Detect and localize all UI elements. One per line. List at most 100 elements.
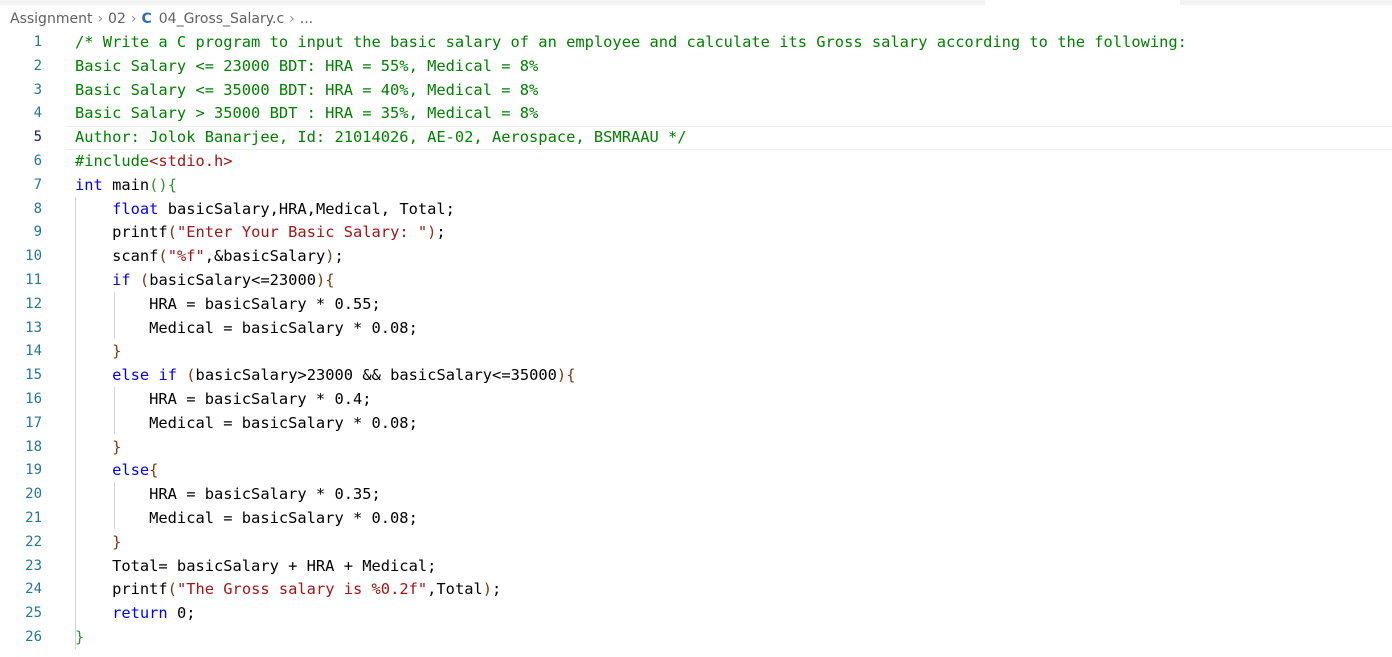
code-line[interactable]: 14 } bbox=[0, 340, 1392, 364]
code-text: } bbox=[75, 436, 121, 460]
code-text: Basic Salary <= 23000 BDT: HRA = 55%, Me… bbox=[75, 55, 538, 79]
line-number: 20 bbox=[25, 486, 42, 503]
code-line[interactable]: 7 int main(){ bbox=[0, 174, 1392, 198]
tab-strip bbox=[0, 0, 1392, 5]
breadcrumb-symbols[interactable]: ... bbox=[300, 11, 313, 27]
line-number: 21 bbox=[25, 510, 42, 526]
code-token: /* Write a C program to input the basic … bbox=[75, 33, 1187, 51]
line-number: 4 bbox=[33, 105, 42, 122]
line-number: 17 bbox=[25, 414, 42, 431]
code-line[interactable]: 2 Basic Salary <= 23000 BDT: HRA = 55%, M… bbox=[0, 55, 1392, 79]
code-editor[interactable]: 1 /* Write a C program to input the basic… bbox=[0, 31, 1392, 657]
code-token: HRA = basicSalary * 0.4; bbox=[75, 390, 372, 408]
code-line[interactable]: 26} bbox=[0, 626, 1392, 650]
code-text: HRA = basicSalary * 0.4; bbox=[75, 388, 372, 412]
code-line[interactable]: 5 Author: Jolok Banarjee, Id: 21014026, A… bbox=[0, 126, 1392, 150]
code-text: } bbox=[75, 340, 121, 364]
code-text: printf("Enter Your Basic Salary: "); bbox=[75, 221, 446, 245]
code-token: int bbox=[75, 175, 103, 194]
code-line[interactable]: 6 #include<stdio.h> bbox=[0, 150, 1392, 174]
code-token: if bbox=[158, 366, 177, 385]
c-file-icon: C bbox=[141, 11, 152, 27]
code-line[interactable]: 17 Medical = basicSalary * 0.08; bbox=[0, 412, 1392, 436]
code-token: Medical = basicSalary * 0.08; bbox=[75, 509, 418, 527]
code-line[interactable]: 15 else if (basicSalary>23000 && basicSa… bbox=[0, 364, 1392, 388]
code-line[interactable]: 24 printf("The Gross salary is %0.2f",To… bbox=[0, 578, 1392, 602]
line-number: 15 bbox=[25, 367, 42, 384]
line-number: 13 bbox=[25, 319, 42, 336]
code-line[interactable]: 10 scanf("%f",&basicSalary); bbox=[0, 245, 1392, 269]
code-token: float bbox=[112, 199, 159, 218]
code-text: float basicSalary,HRA,Medical, Total; bbox=[75, 198, 455, 222]
code-token: #include bbox=[75, 152, 150, 170]
chevron-right-icon: › bbox=[130, 11, 137, 27]
code-line[interactable]: 18 } bbox=[0, 436, 1392, 460]
code-line[interactable]: 22 } bbox=[0, 531, 1392, 555]
breadcrumb-folder-assignment[interactable]: Assignment bbox=[10, 11, 92, 27]
code-line[interactable]: 4 Basic Salary > 35000 BDT : HRA = 35%, M… bbox=[0, 102, 1392, 126]
line-number: 19 bbox=[25, 462, 42, 479]
code-token: scanf bbox=[75, 247, 159, 266]
line-number: 18 bbox=[25, 438, 42, 455]
code-text: /* Write a C program to input the basic … bbox=[75, 31, 1187, 55]
code-text: HRA = basicSalary * 0.35; bbox=[75, 483, 381, 507]
code-token: ,&basicSalary bbox=[204, 247, 326, 266]
line-number: 6 bbox=[33, 153, 42, 169]
code-line[interactable]: 13 Medical = basicSalary * 0.08; bbox=[0, 317, 1392, 341]
breadcrumb-folder-02[interactable]: 02 bbox=[108, 11, 126, 27]
code-token: ( bbox=[167, 223, 177, 242]
active-tab-indicator bbox=[985, 0, 1180, 5]
code-token: "Enter Your Basic Salary: " bbox=[176, 223, 428, 242]
code-line[interactable]: 21 Medical = basicSalary * 0.08; bbox=[0, 507, 1392, 531]
code-token: basicSalary>23000 && basicSalary<=35000 bbox=[195, 366, 557, 385]
code-text: else{ bbox=[75, 459, 158, 483]
code-token: printf bbox=[75, 580, 168, 599]
line-number: 10 bbox=[25, 248, 42, 265]
breadcrumb-file[interactable]: 04_Gross_Salary.c bbox=[159, 11, 284, 27]
code-text: int main(){ bbox=[75, 174, 177, 198]
code-text: HRA = basicSalary * 0.55; bbox=[75, 293, 381, 317]
code-token: if bbox=[112, 271, 131, 289]
code-token: <stdio.h> bbox=[149, 152, 233, 170]
code-token: ; bbox=[436, 223, 446, 242]
line-number: 9 bbox=[33, 224, 42, 241]
code-line[interactable]: 11 if (basicSalary<=23000){ bbox=[0, 269, 1392, 293]
code-line[interactable]: 3 Basic Salary <= 35000 BDT: HRA = 40%, M… bbox=[0, 79, 1392, 103]
code-line[interactable]: 8 float basicSalary,HRA,Medical, Total; bbox=[0, 198, 1392, 222]
line-number: 11 bbox=[25, 272, 42, 288]
code-token: Basic Salary <= 23000 BDT: HRA = 55%, Me… bbox=[75, 56, 539, 75]
code-token: () bbox=[149, 175, 168, 194]
code-line[interactable]: 12 HRA = basicSalary * 0.55; bbox=[0, 293, 1392, 317]
code-line[interactable]: 19 else{ bbox=[0, 459, 1392, 483]
code-line[interactable]: 23 Total= basicSalary + HRA + Medical; bbox=[0, 555, 1392, 579]
code-token: ( bbox=[158, 247, 168, 266]
code-token: ) bbox=[315, 271, 326, 289]
code-token: } bbox=[75, 628, 85, 646]
chevron-right-icon: › bbox=[289, 11, 295, 27]
line-number: 8 bbox=[33, 200, 42, 217]
code-line[interactable]: 20 HRA = basicSalary * 0.35; bbox=[0, 483, 1392, 507]
code-line[interactable]: 1 /* Write a C program to input the basic… bbox=[0, 31, 1392, 55]
code-text: Total= basicSalary + HRA + Medical; bbox=[75, 555, 436, 579]
code-line[interactable]: 9 printf("Enter Your Basic Salary: "); bbox=[0, 221, 1392, 245]
code-token: main bbox=[102, 175, 150, 194]
line-number: 1 bbox=[33, 34, 42, 50]
code-text: return 0; bbox=[75, 602, 195, 626]
code-token: return bbox=[112, 604, 168, 623]
code-token: "The Gross salary is %0.2f" bbox=[176, 580, 428, 599]
code-line[interactable]: 16 HRA = basicSalary * 0.4; bbox=[0, 388, 1392, 412]
line-number: 3 bbox=[33, 81, 42, 98]
code-text: printf("The Gross salary is %0.2f",Total… bbox=[75, 578, 501, 602]
code-token: Author: Jolok Banarjee, Id: 21014026, AE… bbox=[75, 128, 687, 147]
code-token: ,Total bbox=[427, 580, 483, 599]
code-token: basicSalary,HRA,Medical, Total; bbox=[158, 199, 455, 218]
line-number: 14 bbox=[25, 343, 42, 360]
line-number: 24 bbox=[25, 581, 42, 598]
code-line[interactable]: 25 return 0; bbox=[0, 602, 1392, 626]
